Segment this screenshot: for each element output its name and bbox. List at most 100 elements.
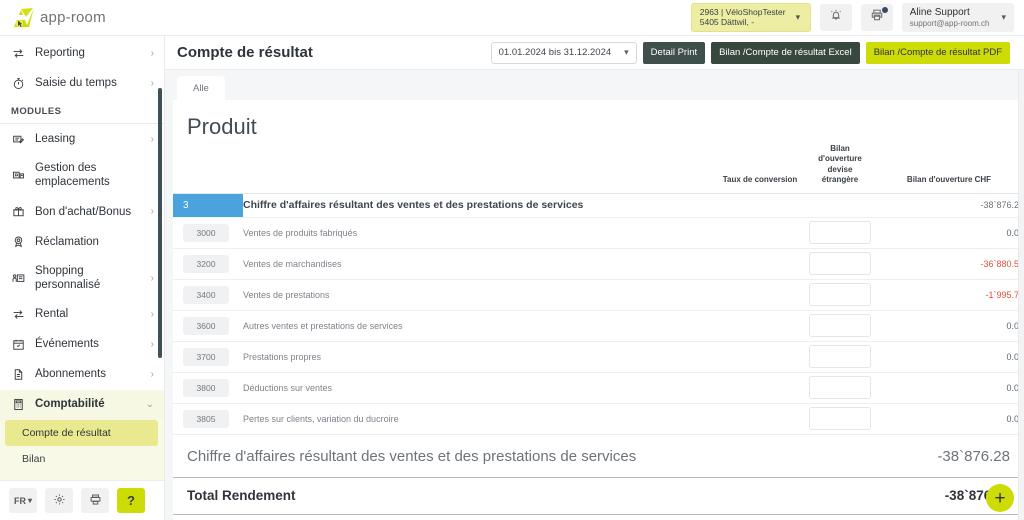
- table-row[interactable]: 3600 Autres ventes et prestations de ser…: [173, 310, 1024, 341]
- account-description: Ventes de marchandises: [243, 248, 714, 279]
- account-description: Prestations propres: [243, 341, 714, 372]
- sidebar-section-label: MODULES: [0, 98, 164, 123]
- fx-cell: [806, 248, 874, 279]
- page-title: Compte de résultat: [177, 44, 313, 61]
- export-excel-button[interactable]: Bilan /Compte de résultat Excel: [711, 42, 860, 64]
- account-code: 3700: [183, 348, 229, 366]
- detail-print-button[interactable]: Detail Print: [643, 42, 705, 64]
- row-code-cell: 3200: [173, 248, 243, 279]
- body: Reporting › Saisie du temps › MODULES: [0, 36, 1024, 520]
- fx-cell: [806, 279, 874, 310]
- subtotal-row: Chiffre d'affaires résultant des ventes …: [173, 435, 1024, 478]
- language-selector[interactable]: FR ▾: [9, 488, 37, 513]
- top-bar: app-room 2963 | VéloShopTester 5405 Dätt…: [0, 0, 1024, 36]
- account-description: Déductions sur ventes: [243, 372, 714, 403]
- table-row[interactable]: 3200 Ventes de marchandises -36`880.57: [173, 248, 1024, 279]
- table-row[interactable]: 3700 Prestations propres 0.00: [173, 341, 1024, 372]
- sidebar-item-leasing[interactable]: Leasing ›: [0, 124, 164, 154]
- opening-balance-fx-input[interactable]: [809, 221, 871, 244]
- user-menu[interactable]: Aline Support support@app-room.ch ▾: [902, 3, 1014, 32]
- table-row-group[interactable]: 3 Chiffre d'affaires résultant des vente…: [173, 193, 1024, 217]
- help-button[interactable]: ?: [117, 488, 145, 513]
- sidebar-item-label: Bon d'achat/Bonus: [35, 205, 142, 219]
- chevron-down-icon: ▾: [796, 12, 801, 23]
- brand-logo[interactable]: app-room: [0, 6, 165, 30]
- transfer-arrows-icon: [11, 47, 26, 60]
- conversion-rate-cell: [714, 372, 806, 403]
- conversion-rate-cell: [714, 279, 806, 310]
- sidebar-item-evenements[interactable]: Événements ›: [0, 330, 164, 360]
- sidebar-item-saisie-du-temps[interactable]: Saisie du temps ›: [0, 68, 164, 98]
- org-line-2: 5405 Dättwil, -: [700, 17, 786, 28]
- opening-balance-fx-input[interactable]: [809, 283, 871, 306]
- opening-balance-chf: -36`880.57: [874, 248, 1024, 279]
- sidebar-item-bon-d-achat-bonus[interactable]: Bon d'achat/Bonus ›: [0, 197, 164, 227]
- org-selector[interactable]: 2963 | VéloShopTester 5405 Dättwil, - ▾: [691, 3, 811, 32]
- chevron-right-icon: ›: [151, 78, 154, 89]
- sidebar-item-bilan[interactable]: Bilan: [0, 446, 164, 472]
- opening-balance-fx-input[interactable]: [809, 345, 871, 368]
- col-opening-balance-fx: Bilan d'ouverture devise étrangère: [806, 142, 874, 193]
- table-row[interactable]: 3800 Déductions sur ventes 0.00: [173, 372, 1024, 403]
- sidebar-item-gestion-des-emplacements[interactable]: Gestion des emplacements: [0, 154, 164, 197]
- opening-balance-fx-input[interactable]: [809, 407, 871, 430]
- sidebar-item-comptabilite[interactable]: Comptabilité ⌄: [0, 390, 164, 420]
- sidebar-scrollbar[interactable]: [158, 88, 162, 358]
- language-label: FR: [14, 496, 26, 506]
- opening-balance-chf: 0.00: [874, 217, 1024, 248]
- table-row[interactable]: 3400 Ventes de prestations -1`995.71: [173, 279, 1024, 310]
- sidebar-item-reclamation[interactable]: Réclamation: [0, 227, 164, 257]
- sidebar-item-compte-de-resultat[interactable]: Compte de résultat: [5, 420, 158, 446]
- conversion-rate-cell: [714, 341, 806, 372]
- sidebar-item-abonnements[interactable]: Abonnements ›: [0, 360, 164, 390]
- export-pdf-button[interactable]: Bilan /Compte de résultat PDF: [866, 42, 1010, 64]
- sidebar-item-label: Saisie du temps: [35, 76, 142, 90]
- table-row[interactable]: 3805 Pertes sur clients, variation du du…: [173, 403, 1024, 434]
- tab-alle[interactable]: Alle: [177, 76, 225, 100]
- conversion-rate-cell: [714, 217, 806, 248]
- opening-balance-fx-input[interactable]: [809, 314, 871, 337]
- row-code-cell: 3400: [173, 279, 243, 310]
- sidebar-item-reporting[interactable]: Reporting ›: [0, 38, 164, 68]
- account-description: Ventes de produits fabriqués: [243, 217, 714, 248]
- user-name: Aline Support: [910, 6, 990, 19]
- sidebar-item-label: Événements: [35, 337, 142, 351]
- sidebar-item-shopping-personnalise[interactable]: Shopping personnalisé ›: [0, 257, 164, 300]
- account-code: 3600: [183, 317, 229, 335]
- content-scrollbar[interactable]: [1018, 70, 1024, 520]
- fx-cell: [806, 310, 874, 341]
- col-opening-balance-chf: Bilan d'ouverture CHF: [874, 142, 1024, 193]
- group-description: Chiffre d'affaires résultant des ventes …: [243, 193, 714, 217]
- print-button[interactable]: [861, 4, 893, 31]
- sidebar-item-label: Gestion des emplacements: [35, 161, 154, 190]
- chevron-right-icon: ›: [151, 369, 154, 380]
- sidebar-item-journal[interactable]: Journal: [0, 472, 164, 481]
- opening-balance-chf: -1`995.71: [874, 279, 1024, 310]
- fx-cell: [806, 217, 874, 248]
- account-code: 3200: [183, 255, 229, 273]
- opening-balance-fx-input[interactable]: [809, 252, 871, 275]
- total-row: Total Rendement -38`876.28: [173, 478, 1024, 515]
- printer-settings-button[interactable]: [81, 488, 109, 513]
- notification-button[interactable]: [820, 4, 852, 31]
- sidebar-scroll-area: Reporting › Saisie du temps › MODULES: [0, 36, 164, 480]
- parking-icon: [11, 169, 26, 182]
- col-code: [173, 142, 243, 193]
- sidebar-item-rental[interactable]: Rental ›: [0, 300, 164, 330]
- gift-icon: [11, 205, 26, 218]
- calculator-icon: [11, 398, 26, 411]
- opening-balance-chf: 0.00: [874, 372, 1024, 403]
- chevron-right-icon: ›: [151, 309, 154, 320]
- sidebar-item-label: Comptabilité: [35, 397, 137, 411]
- card-title: Produit: [173, 100, 1024, 142]
- conversion-rate-cell: [714, 248, 806, 279]
- report-card: Produit Taux de conversion Bilan d'ouver…: [173, 100, 1024, 520]
- date-range-select[interactable]: 01.01.2024 bis 31.12.2024 ▾: [491, 42, 637, 64]
- opening-balance-fx-input[interactable]: [809, 376, 871, 399]
- sidebar-item-label: Leasing: [35, 132, 142, 146]
- settings-button[interactable]: [45, 488, 73, 513]
- add-button[interactable]: +: [986, 484, 1014, 512]
- total-label: Total Rendement: [187, 488, 296, 503]
- table-row[interactable]: 3000 Ventes de produits fabriqués 0.00: [173, 217, 1024, 248]
- row-code-cell: 3800: [173, 372, 243, 403]
